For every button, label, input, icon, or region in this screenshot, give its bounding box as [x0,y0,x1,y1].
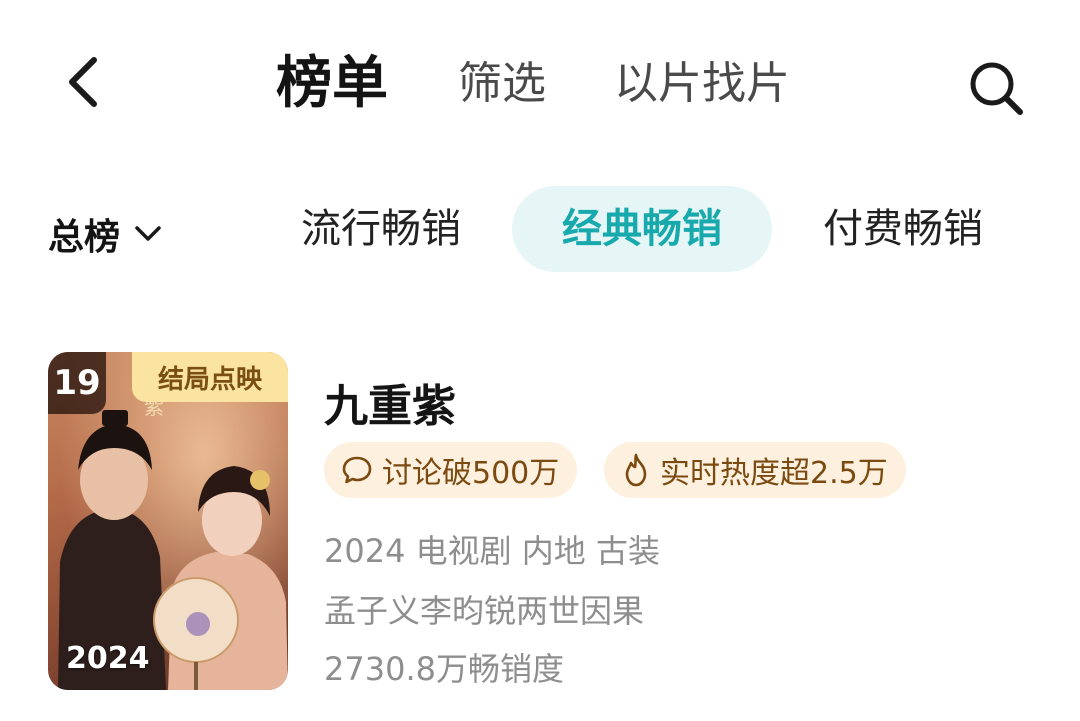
tab-filter[interactable]: 筛选 [458,48,546,120]
flame-icon [625,453,647,487]
status-tag: 结局点映 [132,352,288,402]
subtab-popular-bestseller[interactable]: 流行畅销 [286,186,476,272]
comment-icon [342,456,372,484]
item-description: 孟子义李昀锐两世因果 [324,592,645,630]
subtab-classic-bestseller[interactable]: 经典畅销 [512,186,772,272]
item-meta: 2024 电视剧 内地 古装 [324,532,660,570]
subtab-paid-bestseller[interactable]: 付费畅销 [808,186,998,272]
heat-text: 实时热度超2.5万 [660,456,888,491]
poster-year: 2024 [66,641,150,676]
search-icon [970,62,1023,115]
heat-badge: 实时热度超2.5万 [604,442,906,498]
list-item[interactable]: 紫 19 结局点映 2024 九重紫 讨论破500万 实时热度超2.5万 202… [48,352,1038,692]
tab-find-by-clip[interactable]: 以片找片 [614,48,790,120]
rank-type-label: 总榜 [48,217,121,258]
back-button[interactable] [52,50,116,114]
top-navigation: 榜单 筛选 以片找片 [0,0,1080,175]
rank-list-page: 榜单 筛选 以片找片 总榜 流行畅销 经典畅销 付费畅销 紫 19 结局点映 2… [0,0,1080,721]
tab-rank-list[interactable]: 榜单 [276,48,388,120]
search-button[interactable] [962,54,1030,122]
discussion-badge: 讨论破500万 [324,442,578,498]
item-sales: 2730.8万畅销度 [324,650,564,688]
item-title[interactable]: 九重紫 [324,370,456,434]
chevron-left-icon [69,57,97,107]
poster-image[interactable]: 紫 19 结局点映 2024 [48,352,288,690]
chevron-down-icon [135,226,161,241]
rank-number: 19 [48,352,106,414]
discussion-text: 讨论破500万 [382,456,560,491]
rank-type-dropdown[interactable]: 总榜 [48,208,162,260]
